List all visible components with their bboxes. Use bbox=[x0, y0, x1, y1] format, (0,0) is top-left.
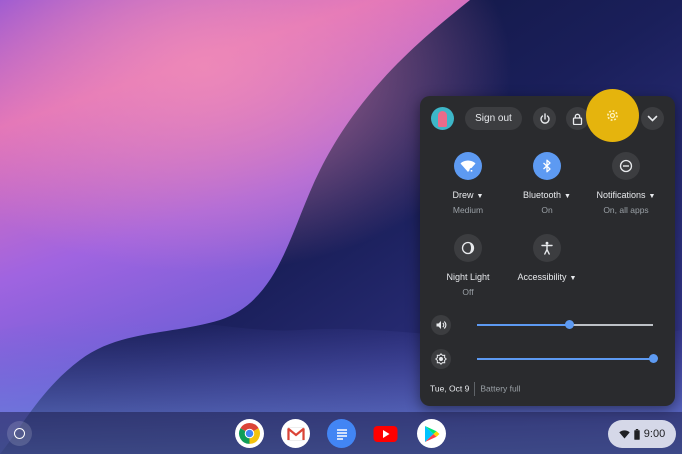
app-docs[interactable] bbox=[327, 419, 356, 448]
launcher-icon bbox=[14, 428, 25, 439]
volume-slider-fill bbox=[477, 324, 569, 326]
wifi-icon bbox=[619, 429, 630, 438]
tile-sublabel: On bbox=[541, 205, 553, 215]
tile-night-light[interactable]: Night Light Off bbox=[423, 234, 513, 297]
docs-icon bbox=[336, 428, 347, 440]
brightness-icon bbox=[435, 353, 447, 365]
collapse-button[interactable] bbox=[641, 107, 664, 130]
volume-slider-row bbox=[431, 315, 664, 335]
tile-label: Notifications ▼ bbox=[596, 190, 656, 200]
battery-icon bbox=[634, 428, 640, 440]
chevron-down-icon bbox=[647, 115, 658, 122]
tile-bluetooth[interactable]: Bluetooth ▼ On bbox=[502, 152, 592, 215]
tile-sublabel: Off bbox=[462, 287, 474, 297]
gmail-icon bbox=[286, 426, 305, 441]
brightness-button bbox=[431, 349, 451, 369]
tile-label: Bluetooth ▼ bbox=[523, 190, 571, 200]
clock: 9:00 bbox=[643, 428, 666, 440]
brightness-slider[interactable] bbox=[477, 354, 658, 363]
accessibility-icon bbox=[541, 241, 553, 255]
night-light-toggle[interactable] bbox=[454, 234, 482, 262]
date-label[interactable]: Tue, Oct 9 bbox=[430, 383, 469, 393]
notifications-toggle[interactable] bbox=[612, 152, 640, 180]
volume-slider[interactable] bbox=[477, 320, 653, 329]
divider bbox=[474, 382, 476, 396]
tile-accessibility[interactable]: Accessibility ▼ bbox=[502, 234, 592, 282]
volume-icon bbox=[436, 321, 446, 329]
chrome-icon bbox=[239, 423, 260, 444]
tile-label: Drew ▼ bbox=[452, 190, 484, 200]
bluetooth-toggle[interactable] bbox=[533, 152, 561, 180]
volume-button[interactable] bbox=[431, 315, 451, 335]
brightness-slider-row bbox=[431, 349, 664, 369]
app-youtube[interactable] bbox=[371, 419, 400, 448]
launcher-button[interactable] bbox=[7, 421, 32, 446]
battery-status: Battery full bbox=[480, 383, 521, 394]
bluetooth-icon bbox=[543, 159, 551, 173]
tile-label: Night Light bbox=[446, 272, 490, 282]
status-tray[interactable]: 9:00 bbox=[608, 420, 676, 448]
tile-sublabel: Medium bbox=[452, 205, 484, 215]
power-icon bbox=[539, 112, 550, 124]
gear-icon bbox=[607, 110, 618, 121]
power-button[interactable] bbox=[533, 107, 556, 130]
wifi-icon bbox=[460, 160, 476, 172]
volume-slider-knob[interactable] bbox=[564, 320, 574, 329]
sign-out-button[interactable]: Sign out bbox=[465, 107, 522, 130]
do-not-disturb-icon bbox=[619, 159, 633, 173]
lock-icon bbox=[572, 113, 583, 125]
brightness-slider-knob[interactable] bbox=[649, 354, 658, 363]
app-chrome[interactable] bbox=[235, 419, 264, 448]
wifi-toggle[interactable] bbox=[454, 152, 482, 180]
shelf: 9:00 bbox=[0, 412, 682, 454]
tile-wifi[interactable]: Drew ▼ Medium bbox=[423, 152, 513, 215]
settings-button[interactable] bbox=[586, 89, 639, 142]
tile-label: Accessibility ▼ bbox=[517, 272, 577, 282]
play-store-icon bbox=[424, 425, 439, 442]
app-gmail[interactable] bbox=[281, 419, 310, 448]
youtube-icon bbox=[373, 425, 398, 442]
status-footer: Tue, Oct 9 Battery full bbox=[430, 382, 521, 396]
avatar[interactable] bbox=[431, 107, 454, 130]
app-play-store[interactable] bbox=[417, 419, 446, 448]
tile-sublabel: On, all apps bbox=[603, 205, 649, 215]
tile-notifications[interactable]: Notifications ▼ On, all apps bbox=[581, 152, 671, 215]
accessibility-toggle[interactable] bbox=[533, 234, 561, 262]
night-light-icon bbox=[461, 241, 475, 255]
quick-settings-panel: Sign out Drew ▼ Medium Bluetooth ▼ On No… bbox=[420, 89, 675, 406]
brightness-slider-fill bbox=[477, 358, 653, 360]
